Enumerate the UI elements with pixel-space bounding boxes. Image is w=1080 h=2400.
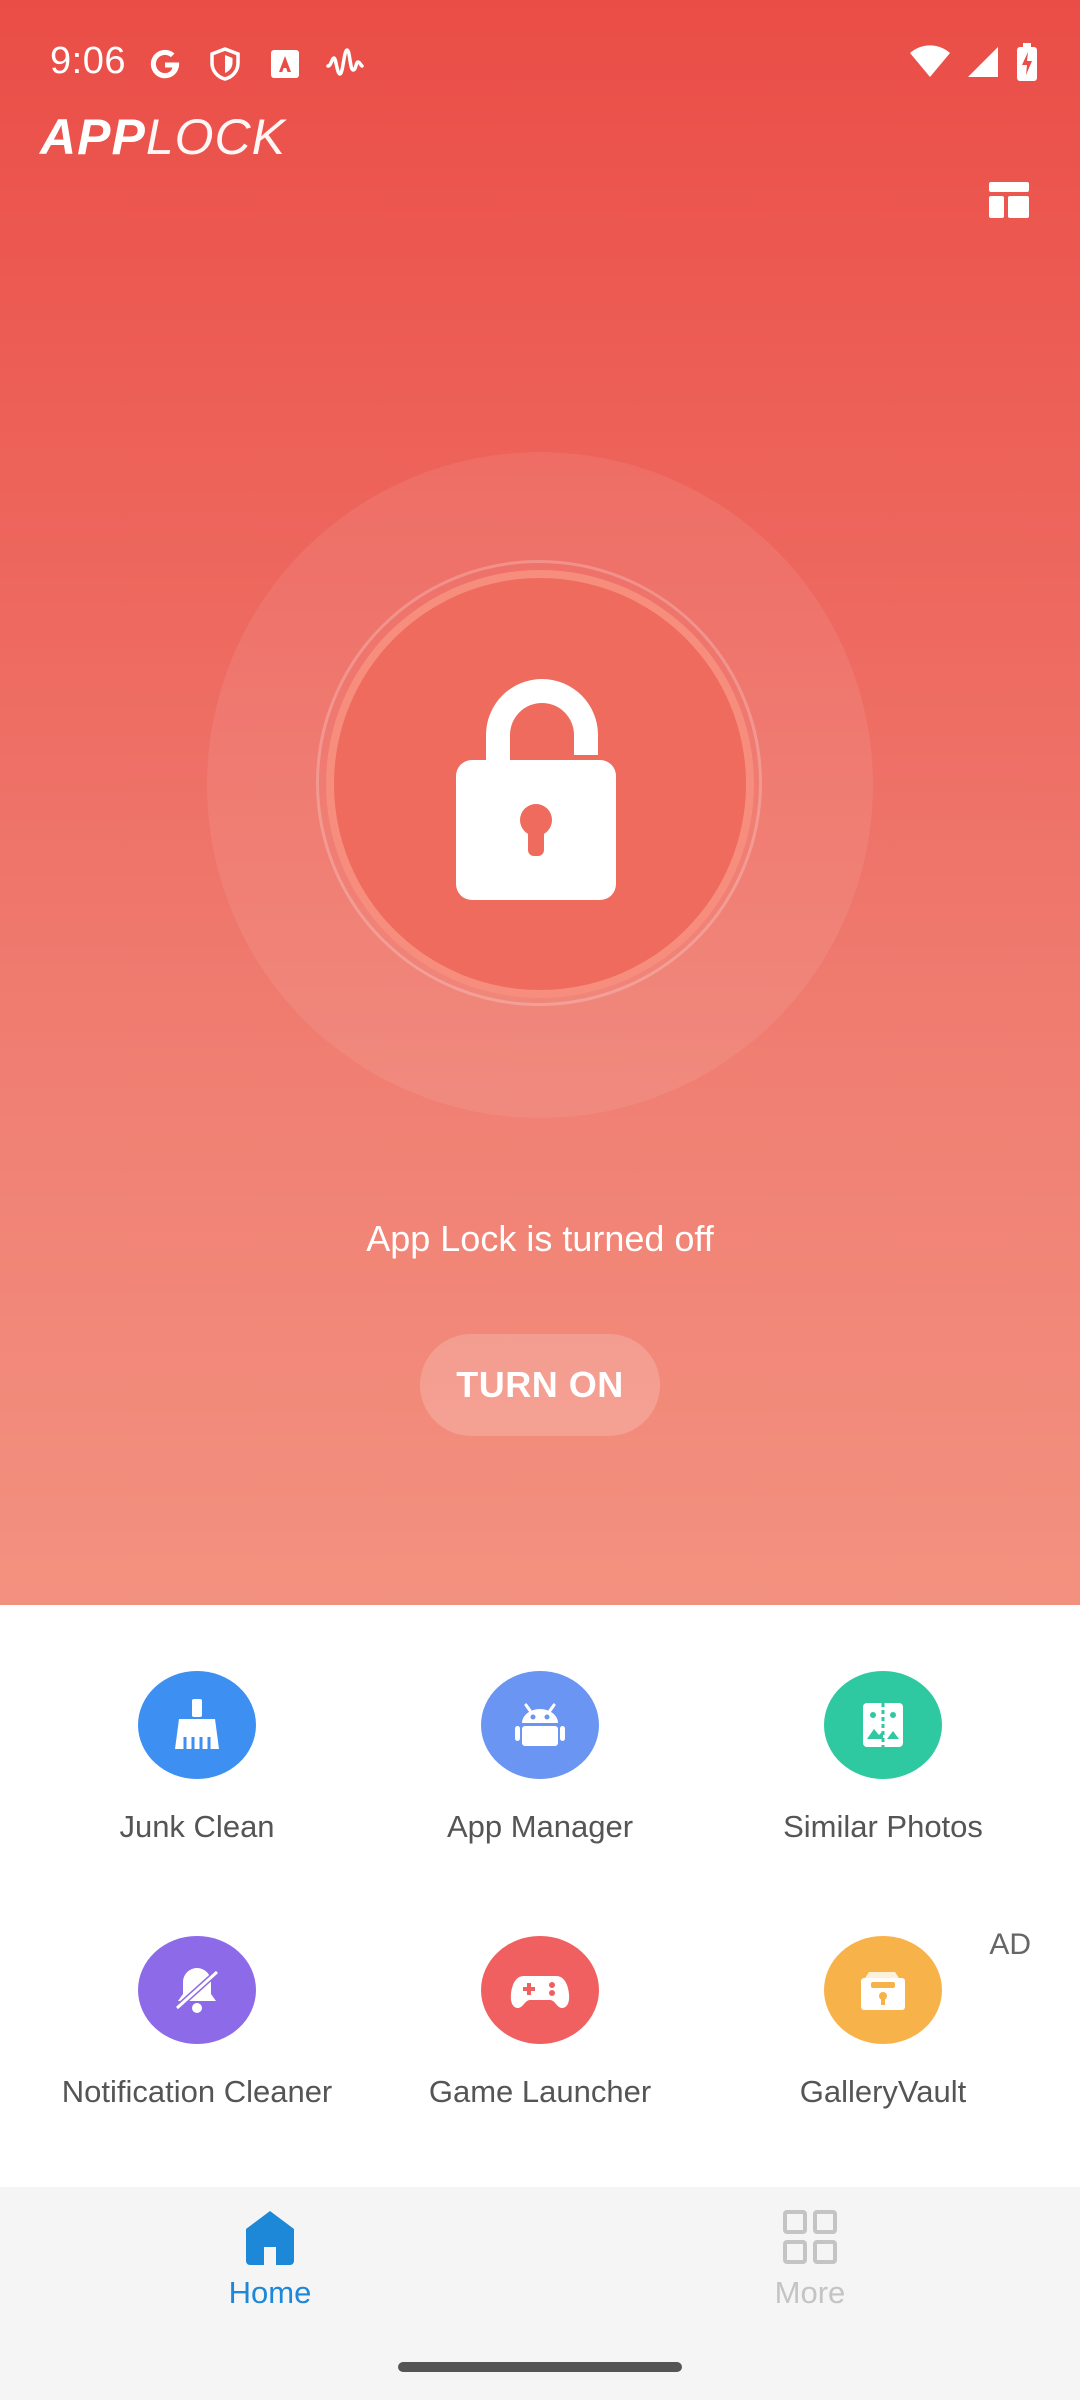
tool-notification-cleaner[interactable]: Notification Cleaner (17, 1870, 377, 2110)
tool-label: App Manager (446, 1809, 634, 1844)
bell-off-icon (138, 1936, 256, 2044)
google-icon (146, 45, 184, 83)
nav-home[interactable]: Home (120, 2209, 420, 2319)
app-title-bold: APP (40, 109, 146, 165)
layout-button[interactable] (985, 176, 1033, 224)
tool-gallery-vault[interactable]: GalleryVault AD (703, 1870, 1063, 2110)
shield-icon (206, 45, 244, 83)
gesture-home-indicator[interactable] (398, 2362, 682, 2372)
grid-icon (783, 2210, 837, 2264)
home-icon (246, 2211, 294, 2265)
signal-icon (966, 45, 1000, 84)
tool-label: Notification Cleaner (61, 2074, 333, 2109)
turn-on-button[interactable]: TURN ON (420, 1334, 660, 1436)
tool-game-launcher[interactable]: Game Launcher (360, 1870, 720, 2110)
tool-similar-photos[interactable]: Similar Photos (703, 1605, 1063, 1845)
hero-panel: 9:06 APPLOCK App Lock is turned off TURN… (0, 0, 1080, 1605)
wifi-icon (910, 44, 950, 84)
tool-label: Similar Photos (783, 1809, 983, 1844)
battery-charging-icon (1016, 42, 1038, 86)
layout-icon (989, 182, 1029, 218)
gamepad-icon (481, 1936, 599, 2044)
adobe-icon (266, 45, 304, 83)
status-time: 9:06 (50, 40, 126, 82)
android-icon (481, 1671, 599, 1779)
similar-photos-icon (824, 1671, 942, 1779)
tool-label: Junk Clean (119, 1809, 275, 1844)
tool-app-manager[interactable]: App Manager (360, 1605, 720, 1845)
nav-more[interactable]: More (660, 2209, 960, 2319)
tool-label: GalleryVault (799, 2074, 967, 2109)
tools-grid: Junk Clean App Manager Similar Photos No… (0, 1605, 1080, 2187)
tool-label: Game Launcher (428, 2074, 652, 2109)
app-lock-status-text: App Lock is turned off (366, 1218, 714, 1259)
ad-badge: AD (989, 1928, 1031, 1961)
status-bar: 9:06 (0, 0, 1080, 120)
nav-label-more: More (774, 2275, 846, 2310)
app-title: APPLOCK (40, 108, 286, 166)
unlocked-padlock-icon (456, 679, 616, 900)
waveform-icon (326, 45, 364, 83)
broom-icon (138, 1671, 256, 1779)
vault-icon (824, 1936, 942, 2044)
tool-junk-clean[interactable]: Junk Clean (17, 1605, 377, 1845)
status-icons-right (910, 42, 1038, 86)
nav-label-home: Home (228, 2275, 312, 2310)
app-title-thin: LOCK (145, 109, 286, 165)
status-icons-left (146, 44, 364, 84)
